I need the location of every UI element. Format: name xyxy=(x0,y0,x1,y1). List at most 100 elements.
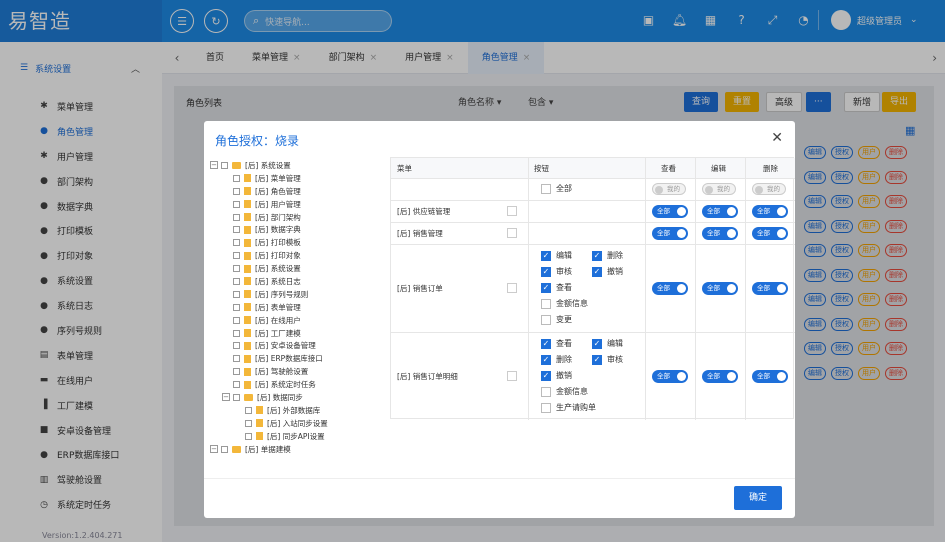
tree-checkbox[interactable] xyxy=(245,419,252,427)
tree-node[interactable]: [后] 菜单管理 xyxy=(210,172,388,185)
row-checkbox[interactable] xyxy=(507,371,517,381)
button-permission-checkbox[interactable]: ✓ 审核 xyxy=(541,266,572,277)
button-permission-checkbox[interactable]: 金额信息 xyxy=(541,386,588,397)
tree-checkbox[interactable] xyxy=(245,406,252,414)
button-permission-checkbox[interactable]: ✓ 撤销 xyxy=(592,266,623,277)
header-buttons: 按钮 xyxy=(534,164,549,173)
button-permission-checkbox[interactable]: ✓ 审核 xyxy=(592,354,623,365)
tree-toggle-icon[interactable]: − xyxy=(210,445,218,454)
button-permission-checkbox[interactable]: ✓ 编辑 xyxy=(541,250,572,261)
tree-node[interactable]: [后] 外部数据库 xyxy=(210,404,388,417)
permission-toggle-view[interactable]: 全部 xyxy=(652,204,688,218)
permission-toggle-edit[interactable]: 全部 xyxy=(702,204,738,218)
tree-node[interactable]: [后] 角色管理 xyxy=(210,185,388,198)
permission-toggle-view[interactable]: 全部 xyxy=(652,226,688,240)
tree-checkbox[interactable] xyxy=(233,213,240,221)
button-permission-checkbox[interactable]: ✓ 撤销 xyxy=(541,370,572,381)
tree-checkbox[interactable] xyxy=(245,432,252,440)
tree-node[interactable]: [后] 打印对象 xyxy=(210,249,388,262)
tree-checkbox[interactable] xyxy=(221,161,228,169)
tree-checkbox[interactable] xyxy=(233,342,240,350)
page-icon xyxy=(244,367,251,376)
checkbox-box: ✓ xyxy=(541,354,551,365)
tree-node[interactable]: − [后] 数据同步 xyxy=(210,391,388,404)
tree-checkbox[interactable] xyxy=(233,239,240,247)
permission-toggle-del[interactable]: 全部 xyxy=(752,281,788,295)
button-permission-checkbox[interactable]: ✓ 查看 xyxy=(541,282,572,293)
permission-toggle-del[interactable]: 全部 xyxy=(752,369,788,383)
permission-toggle-edit[interactable]: 全部 xyxy=(702,226,738,240)
mine-toggle[interactable]: 我的 xyxy=(752,183,786,195)
tree-node-label: [后] 打印模板 xyxy=(255,238,301,248)
page-icon xyxy=(244,290,251,299)
permission-toggle-del[interactable]: 全部 xyxy=(752,226,788,240)
checkbox-box xyxy=(541,298,551,309)
tree-checkbox[interactable] xyxy=(233,265,240,273)
tree-toggle-icon[interactable]: − xyxy=(222,393,230,402)
button-permission-checkbox[interactable]: 生产请购单 xyxy=(541,402,596,413)
tree-node[interactable]: − [后] 单据建模 xyxy=(210,443,388,455)
tree-checkbox[interactable] xyxy=(233,187,240,195)
tree-checkbox[interactable] xyxy=(233,316,240,324)
tree-checkbox[interactable] xyxy=(233,200,240,208)
tree-toggle-icon[interactable]: − xyxy=(210,161,218,170)
tree-checkbox[interactable] xyxy=(233,252,240,260)
permission-toggle-del[interactable]: 全部 xyxy=(752,204,788,218)
tree-node[interactable]: [后] 部门架构 xyxy=(210,211,388,224)
tree-node[interactable]: [后] 系统日志 xyxy=(210,275,388,288)
tree-checkbox[interactable] xyxy=(233,277,240,285)
tree-node[interactable]: [后] 用户管理 xyxy=(210,198,388,211)
permission-toggle-edit[interactable]: 全部 xyxy=(702,369,738,383)
tree-node[interactable]: − [后] 系统设置 xyxy=(210,159,388,172)
tree-node[interactable]: [后] 系统定时任务 xyxy=(210,378,388,391)
page-icon xyxy=(244,277,251,286)
tree-node[interactable]: [后] 同步API设置 xyxy=(210,430,388,443)
button-permission-checkbox[interactable]: 金额信息 xyxy=(541,298,588,309)
tree-node[interactable]: [后] 入站同步设置 xyxy=(210,417,388,430)
button-permission-checkbox[interactable]: 变更 xyxy=(541,314,572,325)
page-icon xyxy=(244,380,251,389)
mine-toggle[interactable]: 我的 xyxy=(652,183,686,195)
tree-checkbox[interactable] xyxy=(233,290,240,298)
ok-button[interactable]: 确定 xyxy=(734,486,782,510)
checkbox-box xyxy=(541,314,551,325)
tree-node-label: [后] 安卓设备管理 xyxy=(255,341,316,351)
select-all-checkbox[interactable]: 全部 xyxy=(541,183,572,194)
page-icon xyxy=(244,187,251,196)
tree-node[interactable]: [后] 驾驶舱设置 xyxy=(210,365,388,378)
row-checkbox[interactable] xyxy=(507,228,517,238)
tree-node[interactable]: [后] 序列号规则 xyxy=(210,288,388,301)
tree-checkbox[interactable] xyxy=(233,368,240,376)
tree-node[interactable]: [后] 数据字典 xyxy=(210,223,388,236)
tree-checkbox[interactable] xyxy=(233,226,240,234)
tree-node[interactable]: [后] 工厂建模 xyxy=(210,327,388,340)
row-checkbox[interactable] xyxy=(507,206,517,216)
tree-checkbox[interactable] xyxy=(221,445,228,453)
tree-node[interactable]: [后] 打印模板 xyxy=(210,236,388,249)
close-icon[interactable]: ✕ xyxy=(771,130,783,146)
tree-node[interactable]: [后] 系统设置 xyxy=(210,262,388,275)
tree-checkbox[interactable] xyxy=(233,174,240,182)
permission-toggle-view[interactable]: 全部 xyxy=(652,281,688,295)
permission-toggle-view[interactable]: 全部 xyxy=(652,369,688,383)
tree-node[interactable]: [后] 表单管理 xyxy=(210,301,388,314)
page-icon xyxy=(244,341,251,350)
tree-checkbox[interactable] xyxy=(233,381,240,389)
tree-checkbox[interactable] xyxy=(233,329,240,337)
permission-toggle-edit[interactable]: 全部 xyxy=(702,281,738,295)
button-permission-checkbox[interactable]: ✓ 查看 xyxy=(541,338,572,349)
tree-node[interactable]: [后] 在线用户 xyxy=(210,314,388,327)
page-icon xyxy=(244,238,251,247)
button-permission-checkbox[interactable]: ✓ 编辑 xyxy=(592,338,623,349)
button-permission-checkbox[interactable]: ✓ 删除 xyxy=(592,250,623,261)
row-checkbox[interactable] xyxy=(507,283,517,293)
button-permission-checkbox[interactable]: ✓ 删除 xyxy=(541,354,572,365)
tree-node-label: [后] 角色管理 xyxy=(255,186,301,196)
tree-checkbox[interactable] xyxy=(233,355,240,363)
tree-node[interactable]: [后] 安卓设备管理 xyxy=(210,339,388,352)
tree-checkbox[interactable] xyxy=(233,393,240,401)
tree-node[interactable]: [后] ERP数据库接口 xyxy=(210,352,388,365)
tree-checkbox[interactable] xyxy=(233,303,240,311)
header-view: 查看 xyxy=(661,164,676,173)
mine-toggle[interactable]: 我的 xyxy=(702,183,736,195)
